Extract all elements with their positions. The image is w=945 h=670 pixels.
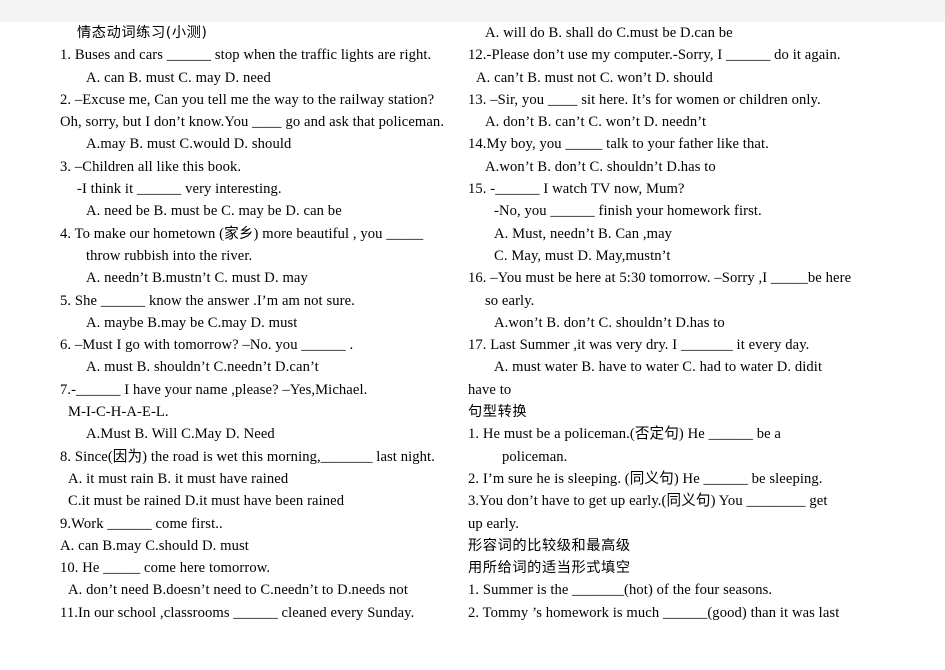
text-line-q17: 17. Last Summer ,it was very dry. I ____… (468, 337, 810, 354)
text-line-t3a: 3.You don’t have to get up early.(同义句) Y… (468, 493, 828, 510)
text-line-q4opt: A. needn’t B.mustn’t C. must D. may (86, 270, 308, 287)
text-line-q10: 10. He _____ come here tomorrow. (60, 560, 271, 577)
text-line-q4a: 4. To make our hometown (家乡) more beauti… (60, 225, 424, 242)
text-line-head2: 句型转换 (468, 404, 528, 421)
paper-sheet: 情态动词练习(小测) 1. Buses and cars ______ stop … (0, 22, 937, 648)
text-line-f1: 1. Summer is the _______(hot) of the fou… (468, 582, 773, 599)
text-line-q11opt: A. will do B. shall do C.must be D.can b… (485, 25, 733, 41)
right-text-column: A. will do B. shall do C.must be D.can b… (468, 22, 945, 624)
text-line-q15b: -No, you ______ finish your homework fir… (494, 203, 762, 220)
text-line-q8opt2: C.it must be rained D.it must have been … (68, 493, 345, 510)
scan-top-band (0, 0, 945, 22)
text-line-q1: 1. Buses and cars ______ stop when the t… (60, 47, 432, 64)
text-line-q16a: 16. –You must be here at 5:30 tomorrow. … (468, 270, 852, 287)
text-line-q1opt: A. can B. must C. may D. need (86, 69, 271, 86)
text-line-q13opt: A. don’t B. can’t C. won’t D. needn’t (485, 114, 707, 131)
text-line-q5opt: A. maybe B.may be C.may D. must (86, 314, 298, 331)
text-line-q15a: 15. -______ I watch TV now, Mum? (468, 181, 685, 198)
text-line-t2: 2. I’m sure he is sleeping. (同义句) He ___… (468, 470, 823, 487)
text-line-q7b: M-I-C-H-A-E-L. (68, 404, 169, 421)
worksheet-page: 情态动词练习(小测) 1. Buses and cars ______ stop … (0, 0, 945, 670)
text-line-q14: 14.My boy, you _____ talk to your father… (468, 136, 769, 153)
text-line-t1b: policeman. (502, 448, 568, 465)
text-line-q7opt: A.Must B. Will C.May D. Need (86, 426, 275, 443)
text-line-q15opt2: C. May, must D. May,mustn’t (494, 247, 671, 264)
text-line-q13: 13. –Sir, you ____ sit here. It’s for wo… (468, 91, 821, 108)
text-line-f2: 2. Tommy ’s homework is much ______(good… (468, 604, 840, 621)
text-line-q12: 12.-Please don’t use my computer.-Sorry,… (468, 47, 841, 64)
text-line-q3opt: A. need be B. must be C. may be D. can b… (86, 203, 342, 220)
text-line-title: 情态动词练习(小测) (77, 25, 208, 41)
text-line-q11: 11.In our school ,classrooms ______ clea… (60, 604, 415, 621)
text-line-q3b: -I think it ______ very interesting. (77, 181, 282, 198)
text-line-q2b: Oh, sorry, but I don’t know.You ____ go … (60, 114, 445, 131)
text-line-q16b: so early. (485, 292, 535, 309)
text-line-q7a: 7.-______ I have your name ,please? –Yes… (60, 381, 368, 398)
text-line-head3: 形容词的比较级和最高级 (468, 537, 631, 554)
text-line-q2a: 2. –Excuse me, Can you tell me the way t… (60, 91, 435, 108)
text-line-q17cont: have to (468, 381, 512, 398)
text-line-q15opt1: A. Must, needn’t B. Can ,may (494, 225, 673, 242)
text-line-q3a: 3. –Children all like this book. (60, 158, 242, 175)
text-line-q14opt: A.won’t B. don’t C. shouldn’t D.has to (485, 158, 716, 175)
text-line-q8: 8. Since(因为) the road is wet this mornin… (60, 448, 435, 465)
text-line-t3b: up early. (468, 515, 520, 532)
text-line-q9opt: A. can B.may C.should D. must (60, 537, 249, 554)
text-line-q6: 6. –Must I go with tomorrow? –No. you __… (60, 337, 354, 354)
text-line-q8opt1: A. it must rain B. it must have rained (68, 470, 289, 487)
left-text-column: 情态动词练习(小测) 1. Buses and cars ______ stop … (60, 22, 460, 624)
text-line-q6opt: A. must B. shouldn’t C.needn’t D.can’t (86, 359, 319, 376)
text-line-q16opt: A.won’t B. don’t C. shouldn’t D.has to (494, 314, 725, 331)
text-line-q12opt: A. can’t B. must not C. won’t D. should (476, 69, 713, 86)
text-line-q17opt: A. must water B. have to water C. had to… (494, 359, 823, 376)
text-line-q10opt: A. don’t need B.doesn’t need to C.needn’… (68, 582, 408, 599)
text-line-q5: 5. She ______ know the answer .I’m am no… (60, 292, 355, 309)
text-line-head4: 用所给词的适当形式填空 (468, 560, 631, 577)
text-line-t1a: 1. He must be a policeman.(否定句) He _____… (468, 426, 782, 443)
text-line-q9: 9.Work ______ come first.. (60, 515, 223, 532)
text-line-q2opt: A.may B. must C.would D. should (86, 136, 292, 153)
text-line-q4b: throw rubbish into the river. (86, 247, 253, 264)
